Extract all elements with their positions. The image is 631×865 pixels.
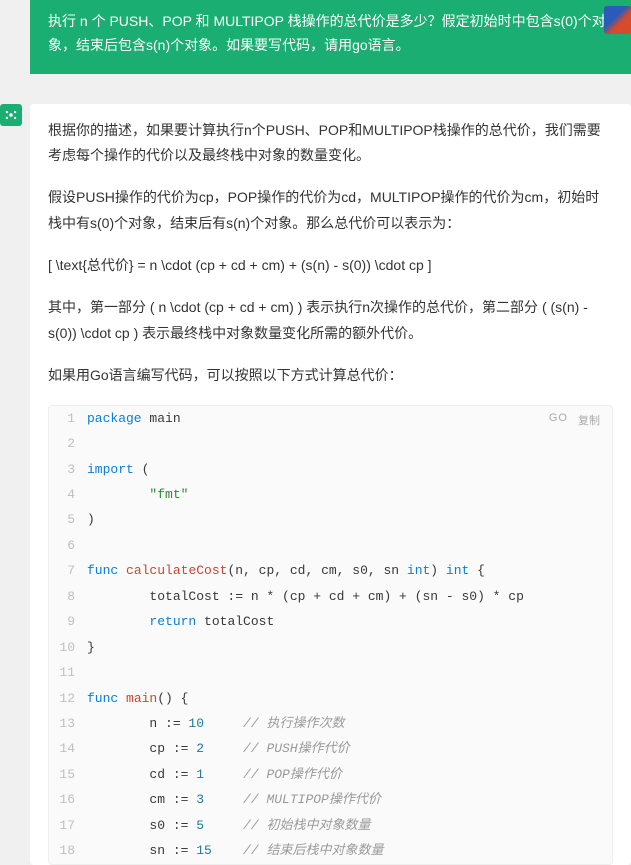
user-avatar [604, 6, 631, 34]
line-number: 3 [49, 457, 87, 482]
line-number: 16 [49, 787, 87, 812]
code-line: 15 cd := 1 // POP操作代价 [49, 762, 612, 787]
code-header: GO 复制 [549, 412, 600, 428]
line-content[interactable]: n := 10 // 执行操作次数 [87, 711, 612, 736]
line-number: 12 [49, 686, 87, 711]
answer-paragraph: 如果用Go语言编写代码，可以按照以下方式计算总代价： [48, 363, 613, 389]
code-line: 10} [49, 635, 612, 660]
line-number: 14 [49, 736, 87, 761]
bot-icon [4, 108, 18, 122]
line-content[interactable]: func calculateCost(n, cp, cd, cm, s0, sn… [87, 558, 612, 583]
line-number: 1 [49, 406, 87, 431]
line-number: 13 [49, 711, 87, 736]
code-line: 11 [49, 660, 612, 685]
line-number: 18 [49, 838, 87, 863]
line-number: 6 [49, 533, 87, 558]
code-line: 7func calculateCost(n, cp, cd, cm, s0, s… [49, 558, 612, 583]
code-line: 5) [49, 507, 612, 532]
code-line: 8 totalCost := n * (cp + cd + cm) + (sn … [49, 584, 612, 609]
code-line: 4 "fmt" [49, 482, 612, 507]
line-content[interactable]: sn := 15 // 结束后栈中对象数量 [87, 838, 612, 863]
line-number: 17 [49, 813, 87, 838]
bot-avatar [0, 104, 22, 126]
answer-section: 根据你的描述，如果要计算执行n个PUSH、POP和MULTIPOP栈操作的总代价… [0, 104, 631, 865]
code-line: 9 return totalCost [49, 609, 612, 634]
line-content[interactable]: s0 := 5 // 初始栈中对象数量 [87, 813, 612, 838]
code-line: 3import ( [49, 457, 612, 482]
line-number: 10 [49, 635, 87, 660]
line-content[interactable] [87, 660, 612, 685]
code-line: 18 sn := 15 // 结束后栈中对象数量 [49, 838, 612, 863]
code-block: GO 复制 1package main2 3import (4 "fmt"5)6… [48, 405, 613, 865]
line-content[interactable]: import ( [87, 457, 612, 482]
answer-paragraph: 根据你的描述，如果要计算执行n个PUSH、POP和MULTIPOP栈操作的总代价… [48, 118, 613, 170]
line-number: 8 [49, 584, 87, 609]
code-line: 13 n := 10 // 执行操作次数 [49, 711, 612, 736]
line-content[interactable]: ) [87, 507, 612, 532]
line-content[interactable]: cm := 3 // MULTIPOP操作代价 [87, 787, 612, 812]
code-line: 14 cp := 2 // PUSH操作代价 [49, 736, 612, 761]
code-line: 12func main() { [49, 686, 612, 711]
question-banner: 执行 n 个 PUSH、POP 和 MULTIPOP 栈操作的总代价是多少？假定… [30, 0, 631, 74]
code-line: 2 [49, 431, 612, 456]
line-content[interactable]: totalCost := n * (cp + cd + cm) + (sn - … [87, 584, 612, 609]
line-number: 11 [49, 660, 87, 685]
line-content[interactable]: cp := 2 // PUSH操作代价 [87, 736, 612, 761]
line-content[interactable]: return totalCost [87, 609, 612, 634]
answer-card: 根据你的描述，如果要计算执行n个PUSH、POP和MULTIPOP栈操作的总代价… [30, 104, 631, 865]
line-number: 9 [49, 609, 87, 634]
question-text: 执行 n 个 PUSH、POP 和 MULTIPOP 栈操作的总代价是多少？假定… [48, 13, 606, 53]
line-content[interactable] [87, 431, 612, 456]
copy-button[interactable]: 复制 [578, 412, 600, 428]
line-number: 5 [49, 507, 87, 532]
code-lines: 1package main2 3import (4 "fmt"5)6 7func… [49, 406, 612, 864]
line-content[interactable] [87, 533, 612, 558]
line-content[interactable]: "fmt" [87, 482, 612, 507]
code-line: 17 s0 := 5 // 初始栈中对象数量 [49, 813, 612, 838]
code-language-label: GO [549, 412, 568, 428]
code-line: 6 [49, 533, 612, 558]
line-number: 15 [49, 762, 87, 787]
answer-paragraph: 其中，第一部分 ( n \cdot (cp + cd + cm) ) 表示执行n… [48, 295, 613, 347]
line-content[interactable]: cd := 1 // POP操作代价 [87, 762, 612, 787]
line-content[interactable]: func main() { [87, 686, 612, 711]
answer-paragraph: 假设PUSH操作的代价为cp，POP操作的代价为cd，MULTIPOP操作的代价… [48, 185, 613, 237]
code-line: 1package main [49, 406, 612, 431]
line-number: 4 [49, 482, 87, 507]
line-number: 7 [49, 558, 87, 583]
answer-formula: [ \text{总代价} = n \cdot (cp + cd + cm) + … [48, 253, 613, 279]
line-content[interactable]: } [87, 635, 612, 660]
line-content[interactable]: package main [87, 406, 612, 431]
line-number: 2 [49, 431, 87, 456]
code-line: 16 cm := 3 // MULTIPOP操作代价 [49, 787, 612, 812]
